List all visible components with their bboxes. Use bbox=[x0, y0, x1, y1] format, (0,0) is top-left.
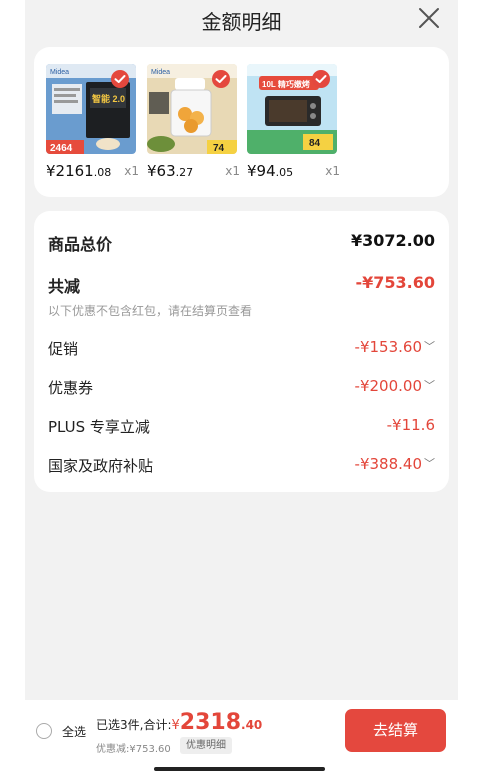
plus-discount-value: -¥11.6 bbox=[386, 416, 435, 434]
svg-text:Midea: Midea bbox=[50, 69, 69, 76]
chevron-down-icon[interactable]: ﹀ bbox=[424, 338, 435, 354]
promotion-value: -¥153.60 ﹀ bbox=[354, 338, 435, 356]
check-icon[interactable] bbox=[212, 70, 230, 88]
product-item[interactable]: Midea 74 ¥63.27 x1 bbox=[147, 64, 243, 184]
subsidy-label: 国家及政府补贴 bbox=[48, 457, 154, 475]
total-price-value: ¥3072.00 bbox=[350, 231, 435, 250]
amount-detail-sheet: 金额明细 Midea 智能 2.0 2464 ¥2161.08 x1 Midea… bbox=[25, 0, 458, 779]
radio-unchecked-icon[interactable] bbox=[36, 723, 52, 739]
product-qty: x1 bbox=[225, 164, 240, 178]
total-reduction-label: 共减 bbox=[48, 277, 81, 296]
svg-text:10L 精巧嫩烤: 10L 精巧嫩烤 bbox=[262, 79, 310, 89]
total-reduction-row: 共减 -¥753.60 bbox=[48, 273, 435, 299]
promotion-row[interactable]: 促销 -¥153.60 ﹀ bbox=[48, 336, 435, 362]
total-price-label: 商品总价 bbox=[48, 235, 113, 254]
product-price: ¥2161.08 bbox=[46, 162, 112, 180]
product-price: ¥94.05 bbox=[247, 162, 294, 180]
sheet-header: 金额明细 bbox=[25, 0, 458, 40]
product-list-card: Midea 智能 2.0 2464 ¥2161.08 x1 Midea 74 ¥… bbox=[34, 47, 449, 197]
checkout-button[interactable]: 去结算 bbox=[345, 709, 446, 752]
coupon-value: -¥200.00 ﹀ bbox=[354, 377, 435, 395]
sheet-title: 金额明细 bbox=[201, 10, 282, 34]
plus-discount-row: PLUS 专享立减 -¥11.6 bbox=[48, 414, 435, 440]
reduction-note: 以下优惠不包含红包，请在结算页查看 bbox=[48, 304, 253, 318]
home-indicator bbox=[154, 767, 325, 771]
promotion-label: 促销 bbox=[48, 340, 79, 358]
coupon-label: 优惠券 bbox=[48, 379, 94, 397]
product-price: ¥63.27 bbox=[147, 162, 194, 180]
price-summary-card: 商品总价 ¥3072.00 共减 -¥753.60 以下优惠不包含红包，请在结算… bbox=[34, 211, 449, 492]
product-qty: x1 bbox=[325, 164, 340, 178]
product-item[interactable]: Midea 智能 2.0 2464 ¥2161.08 x1 bbox=[46, 64, 142, 184]
subsidy-row[interactable]: 国家及政府补贴 -¥388.40 ﹀ bbox=[48, 453, 435, 479]
select-all-label[interactable]: 全选 bbox=[62, 723, 86, 740]
plus-discount-label: PLUS 专享立减 bbox=[48, 418, 150, 436]
product-qty: x1 bbox=[124, 164, 139, 178]
chevron-down-icon[interactable]: ﹀ bbox=[424, 377, 435, 393]
svg-text:84: 84 bbox=[309, 138, 321, 149]
svg-text:74: 74 bbox=[213, 143, 225, 154]
svg-text:智能 2.0: 智能 2.0 bbox=[92, 93, 125, 104]
close-icon[interactable] bbox=[416, 5, 442, 31]
selected-summary: 已选3件,合计:¥2318.40 bbox=[96, 710, 263, 735]
product-item[interactable]: 10L 精巧嫩烤 84 ¥94.05 x1 bbox=[247, 64, 343, 184]
total-price-row: 商品总价 ¥3072.00 bbox=[48, 231, 435, 257]
discount-text: 优惠减:¥753.60 bbox=[96, 744, 171, 755]
discount-detail-button[interactable]: 优惠明细 bbox=[180, 737, 232, 754]
svg-text:Midea: Midea bbox=[151, 69, 170, 76]
total-reduction-value: -¥753.60 bbox=[355, 273, 435, 292]
subsidy-value: -¥388.40 ﹀ bbox=[354, 455, 435, 473]
svg-text:2464: 2464 bbox=[50, 143, 73, 154]
chevron-down-icon[interactable]: ﹀ bbox=[424, 455, 435, 471]
check-icon[interactable] bbox=[312, 70, 330, 88]
coupon-row[interactable]: 优惠券 -¥200.00 ﹀ bbox=[48, 375, 435, 401]
check-icon[interactable] bbox=[111, 70, 129, 88]
